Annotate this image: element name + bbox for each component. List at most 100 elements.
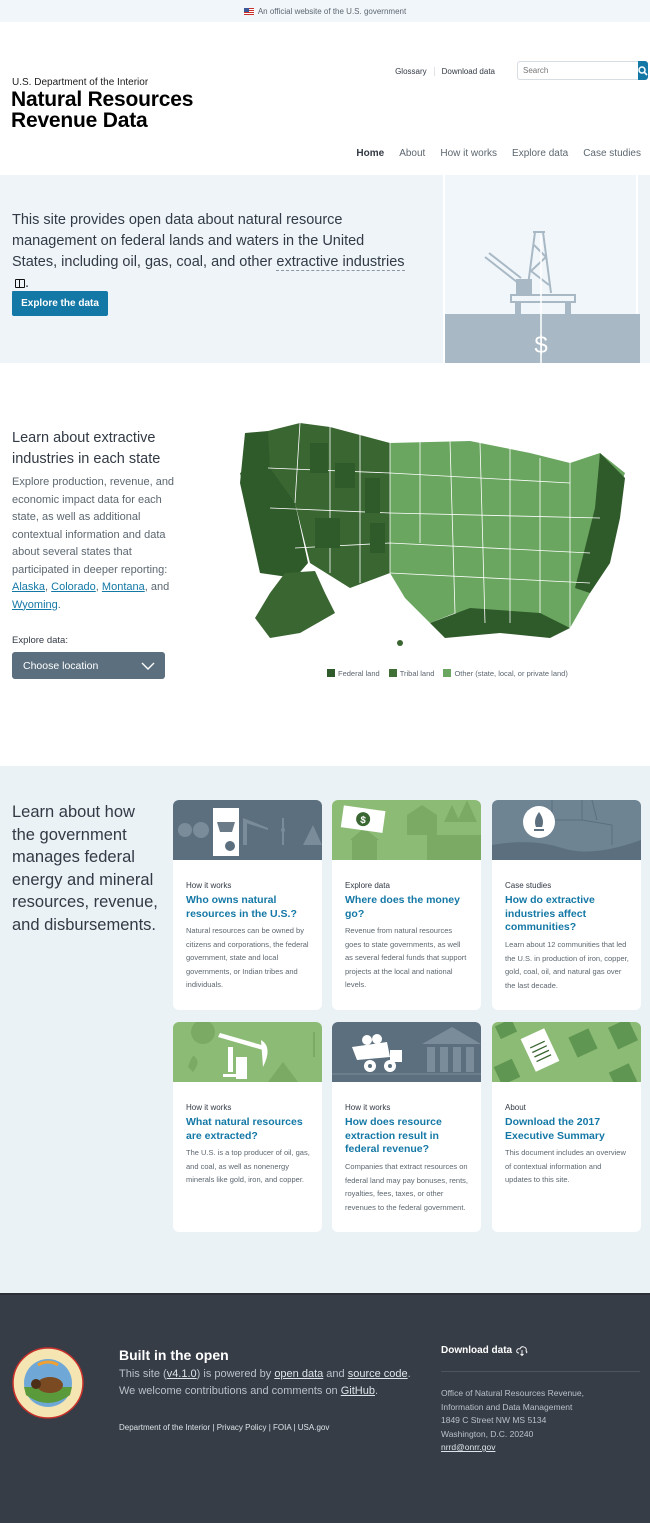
chevron-down-icon (141, 662, 155, 670)
card-category: How it works (186, 1103, 232, 1112)
contact-email-link[interactable]: nrrd@onrr.gov (441, 1442, 495, 1452)
site-title[interactable]: Natural Resources Revenue Data (11, 89, 193, 131)
search-button[interactable] (638, 61, 648, 80)
map-hawaii (397, 640, 403, 646)
link-montana[interactable]: Montana (102, 581, 145, 593)
card-description: Natural resources can be owned by citize… (186, 926, 309, 989)
card-resources-extracted[interactable]: How it works What natural resources are … (173, 1022, 322, 1232)
coal-cart-certificate-icon (178, 808, 322, 856)
utility-nav: Glossary Download data (388, 67, 502, 76)
us-flag-icon (243, 7, 254, 15)
how-it-works-section: Learn about how the government manages f… (0, 766, 650, 1293)
card-who-owns[interactable]: How it works Who owns natural resources … (173, 800, 322, 1010)
map-legend: Federal land Tribal land Other (state, l… (327, 669, 568, 678)
document-icon (493, 1022, 639, 1082)
nav-about[interactable]: About (399, 148, 425, 159)
footer-link-foia[interactable]: FOIA (273, 1423, 291, 1432)
card-executive-summary[interactable]: About Download the 2017 Executive Summar… (492, 1022, 641, 1232)
location-select[interactable]: Choose location (12, 652, 165, 679)
nav-home[interactable]: Home (356, 148, 384, 159)
manage-heading: Learn about how the government manages f… (12, 803, 158, 934)
glossary-link[interactable]: Glossary (388, 67, 434, 76)
footer-link-privacy[interactable]: Privacy Policy (217, 1423, 267, 1432)
contact-address: Office of Natural Resources Revenue, Inf… (441, 1388, 584, 1452)
oil-rig-icon: $ (445, 231, 640, 363)
card-description: Revenue from natural resources goes to s… (345, 926, 467, 989)
link-colorado[interactable]: Colorado (51, 581, 96, 593)
gov-banner: An official website of the U.S. governme… (0, 0, 650, 22)
legend-tribal-land: Tribal land (388, 669, 434, 678)
github-link[interactable]: GitHub (341, 1385, 375, 1397)
nav-explore-data[interactable]: Explore data (512, 148, 568, 159)
legend-swatch-other (443, 669, 452, 677)
hero-intro: This site provides open data about natur… (12, 212, 405, 292)
footer-link-usagov[interactable]: USA.gov (298, 1423, 330, 1432)
footer-links: Department of the Interior | Privacy Pol… (119, 1423, 330, 1432)
card-title[interactable]: How does resource extraction result in f… (345, 1116, 470, 1157)
legend-swatch-tribal (388, 669, 397, 677)
states-heading: Learn about extractive industries in eac… (12, 430, 161, 467)
version-link[interactable]: v4.1.0 (167, 1368, 197, 1380)
card-title[interactable]: What natural resources are extracted? (186, 1116, 311, 1143)
link-wyoming[interactable]: Wyoming (12, 599, 58, 611)
dollar-bill-icon: $ (340, 800, 481, 860)
cloud-download-icon (516, 1345, 528, 1356)
state-explorer: Learn about extractive industries in eac… (0, 363, 650, 766)
doi-seal-icon (12, 1347, 84, 1419)
card-art-ownership (173, 800, 322, 860)
pumpjack-icon (188, 1022, 315, 1082)
search-input[interactable] (517, 61, 638, 80)
agency-name: U.S. Department of the Interior (12, 77, 149, 88)
explore-data-label: Explore data: (12, 635, 68, 646)
explore-data-button[interactable]: Explore the data (12, 291, 108, 316)
nav-case-studies[interactable]: Case studies (583, 148, 641, 159)
link-alaska[interactable]: Alaska (12, 581, 45, 593)
main-nav: Home About How it works Explore data Cas… (356, 148, 641, 159)
legend-swatch-federal (327, 669, 335, 677)
card-title[interactable]: How do extractive industries affect comm… (505, 894, 630, 935)
footer-divider (441, 1371, 640, 1372)
card-title[interactable]: Download the 2017 Executive Summary (505, 1116, 630, 1143)
card-art-extraction (173, 1022, 322, 1082)
card-category: Case studies (505, 881, 552, 890)
legend-federal-land: Federal land (327, 669, 380, 678)
footer-download-data[interactable]: Download data (441, 1345, 528, 1356)
card-art-revenue (332, 1022, 481, 1082)
card-title[interactable]: Where does the money go? (345, 894, 470, 921)
map-alaska (255, 571, 335, 638)
card-federal-revenue[interactable]: How it works How does resource extractio… (332, 1022, 481, 1232)
mining-truck-icon (332, 1027, 481, 1075)
card-category: How it works (345, 1103, 391, 1112)
built-in-open-heading: Built in the open (119, 1347, 229, 1363)
card-category: About (505, 1103, 526, 1112)
site-header: U.S. Department of the Interior Natural … (0, 22, 650, 159)
card-art-money: $ (332, 800, 481, 860)
card-description: This document includes an overview of co… (505, 1148, 626, 1184)
search-form (517, 61, 648, 80)
card-description: Learn about 12 communities that led the … (505, 940, 629, 990)
glossary-book-icon (15, 279, 25, 288)
card-title[interactable]: Who owns natural resources in the U.S.? (186, 894, 311, 921)
card-art-documents (492, 1022, 641, 1082)
search-icon (638, 65, 648, 76)
source-code-link[interactable]: source code (348, 1368, 408, 1380)
footer-link-doi[interactable]: Department of the Interior (119, 1423, 210, 1432)
gov-banner-text: An official website of the U.S. governme… (257, 6, 407, 16)
hero: This site provides open data about natur… (0, 175, 650, 363)
card-description: Companies that extract resources on fede… (345, 1162, 468, 1212)
card-category: How it works (186, 881, 232, 890)
site-footer: Built in the open This site (v4.1.0) is … (0, 1293, 650, 1523)
card-category: Explore data (345, 881, 390, 890)
card-communities[interactable]: Case studies How do extractive industrie… (492, 800, 641, 1010)
nav-how-it-works[interactable]: How it works (440, 148, 497, 159)
states-description: Explore production, revenue, and economi… (12, 476, 175, 611)
us-land-ownership-map[interactable] (240, 423, 630, 653)
card-where-money-goes[interactable]: $ Explore data Where does the money go? … (332, 800, 481, 1010)
flame-map-icon (492, 800, 641, 860)
download-data-link[interactable]: Download data (433, 67, 502, 76)
open-data-link[interactable]: open data (274, 1368, 323, 1380)
offshore-rig-illustration: $ (443, 175, 640, 363)
built-in-open-text: This site (v4.1.0) is powered by open da… (119, 1368, 411, 1397)
card-art-communities (492, 800, 641, 860)
legend-other-land: Other (state, local, or private land) (443, 669, 568, 678)
